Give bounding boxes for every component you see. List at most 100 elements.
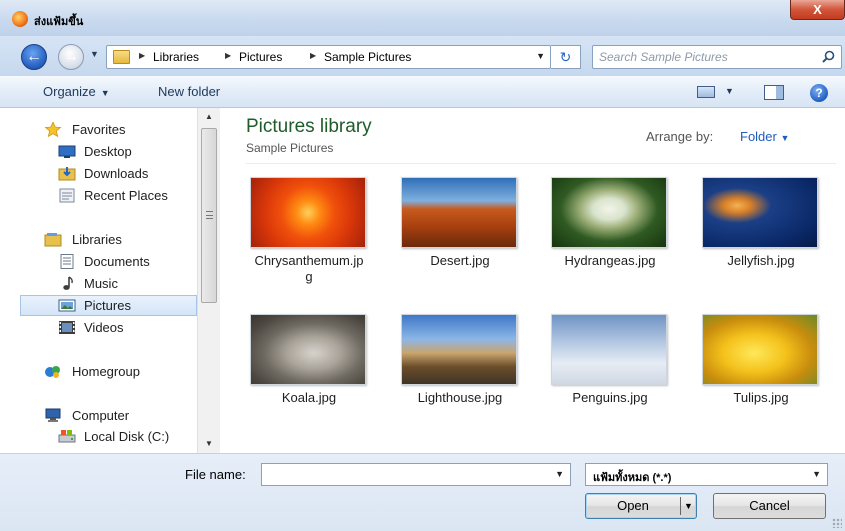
search-placeholder: Search Sample Pictures	[599, 50, 728, 64]
forward-button[interactable]: →	[58, 44, 84, 70]
nav-label: Libraries	[72, 232, 122, 247]
penguins-thumbnail	[551, 314, 667, 385]
file-name: Jellyfish.jpg	[727, 253, 795, 268]
browser-icon	[12, 11, 28, 27]
nav-label: Recent Places	[84, 188, 168, 203]
jellyfish-thumbnail	[702, 177, 818, 248]
file-name: Chrysanthemum.jpg	[254, 253, 364, 284]
recent-places-icon	[59, 188, 75, 203]
file-name: Desert.jpg	[430, 253, 490, 268]
refresh-button[interactable]: ↻	[551, 45, 581, 69]
nav-label: Documents	[84, 254, 150, 269]
recent-locations-dropdown[interactable]: ▼	[90, 49, 99, 59]
star-icon	[44, 122, 62, 137]
breadcrumb-separator[interactable]: ▶	[139, 51, 145, 60]
navigation-pane: Favorites Desktop Downloads Recent Place…	[0, 108, 220, 453]
divider	[246, 163, 836, 164]
downloads-folder-icon	[58, 167, 76, 181]
file-name: Tulips.jpg	[733, 390, 789, 405]
nav-label: Favorites	[72, 122, 126, 137]
resize-grip-icon[interactable]	[832, 518, 842, 528]
open-options-dropdown[interactable]: ▼	[684, 494, 693, 518]
library-title: Pictures library	[246, 116, 372, 137]
nav-label: Music	[84, 276, 118, 291]
breadcrumb-separator[interactable]: ▶	[225, 51, 231, 60]
nav-desktop[interactable]: Desktop	[0, 142, 197, 162]
breadcrumb-sample-pictures[interactable]: Sample Pictures	[324, 50, 411, 64]
nav-computer[interactable]: Computer	[0, 406, 197, 426]
change-view-icon[interactable]	[697, 86, 715, 98]
music-icon	[63, 276, 73, 290]
nav-music[interactable]: Music	[0, 274, 197, 294]
nav-label: Local Disk (C:)	[84, 429, 170, 444]
nav-local-disk[interactable]: Local Disk (C:)	[0, 427, 197, 447]
nav-pictures[interactable]: Pictures	[20, 295, 197, 316]
open-label: Open	[617, 498, 649, 513]
library-subtitle: Sample Pictures	[246, 141, 334, 155]
scroll-up-arrow[interactable]: ▲	[205, 112, 213, 121]
scroll-thumb[interactable]	[201, 128, 217, 303]
nav-recent-places[interactable]: Recent Places	[0, 186, 197, 206]
close-button[interactable]: X	[790, 0, 845, 20]
nav-documents[interactable]: Documents	[0, 252, 197, 272]
cancel-button[interactable]: Cancel	[713, 493, 826, 519]
organize-button[interactable]: Organize ▼	[43, 84, 110, 99]
help-icon[interactable]: ?	[810, 84, 828, 102]
nav-downloads[interactable]: Downloads	[0, 164, 197, 184]
arrange-by-dropdown[interactable]: Folder ▼	[740, 129, 789, 144]
file-type-value: แฟ้มทั้งหมด (*.*)	[593, 472, 672, 484]
nav-scrollbar[interactable]: ▲ ▼	[197, 108, 220, 453]
chevron-down-icon: ▼	[100, 88, 110, 98]
breadcrumb-separator[interactable]: ▶	[310, 51, 316, 60]
open-button[interactable]: Open ▼	[585, 493, 697, 519]
search-input[interactable]: Search Sample Pictures	[592, 45, 842, 69]
chevron-down-icon: ▼	[780, 133, 790, 143]
file-name: Lighthouse.jpg	[417, 390, 503, 405]
chevron-down-icon[interactable]: ▼	[812, 469, 821, 479]
nav-libraries[interactable]: Libraries	[0, 230, 197, 250]
scroll-down-arrow[interactable]: ▼	[205, 439, 213, 448]
grip-icon	[206, 211, 213, 219]
nav-videos[interactable]: Videos	[0, 318, 197, 338]
nav-homegroup[interactable]: Homegroup	[0, 362, 197, 382]
organize-label: Organize	[43, 84, 96, 99]
documents-icon	[60, 254, 74, 269]
search-icon[interactable]	[822, 50, 835, 63]
window-title: ส่งแฟ้มขึ้น	[34, 16, 84, 28]
preview-pane-icon[interactable]	[764, 85, 784, 100]
title-bar: ส่งแฟ้มขึ้น X	[0, 0, 845, 36]
dialog-footer: File name: ▼ แฟ้มทั้งหมด (*.*) ▼ Open ▼ …	[0, 453, 845, 531]
breadcrumb-libraries[interactable]: Libraries	[153, 50, 199, 64]
nav-label: Downloads	[84, 166, 149, 181]
arrange-by-label: Arrange by:	[646, 129, 714, 144]
file-type-select[interactable]: แฟ้มทั้งหมด (*.*) ▼	[585, 463, 828, 486]
homegroup-icon	[45, 366, 60, 378]
address-dropdown-icon[interactable]: ▼	[536, 51, 545, 61]
breadcrumb-pictures[interactable]: Pictures	[239, 50, 282, 64]
nav-label: Pictures	[84, 298, 131, 313]
computer-icon	[45, 408, 61, 422]
file-name: Koala.jpg	[281, 390, 337, 405]
hydrangeas-thumbnail	[551, 177, 667, 248]
file-name: Penguins.jpg	[572, 390, 648, 405]
libraries-icon	[44, 233, 62, 247]
nav-label: Videos	[84, 320, 124, 335]
file-name-label: File name:	[185, 467, 246, 482]
folder-icon	[113, 50, 130, 64]
arrange-by-value: Folder	[740, 129, 777, 144]
address-row: ← → ▼ ▶ Libraries ▶ Pictures ▶ Sample Pi…	[0, 36, 845, 76]
lighthouse-thumbnail	[401, 314, 517, 385]
split-divider	[680, 497, 681, 515]
nav-favorites[interactable]: Favorites	[0, 120, 197, 140]
address-bar[interactable]: ▶ Libraries ▶ Pictures ▶ Sample Pictures…	[106, 45, 551, 69]
back-button[interactable]: ←	[21, 44, 47, 70]
view-options-dropdown[interactable]: ▼	[725, 86, 734, 96]
chevron-down-icon[interactable]: ▼	[555, 469, 564, 479]
nav-label: Computer	[72, 408, 130, 423]
new-folder-button[interactable]: New folder	[158, 84, 220, 99]
koala-thumbnail	[250, 314, 366, 385]
file-name-input[interactable]: ▼	[261, 463, 571, 486]
file-list-pane: Pictures library Sample Pictures Arrange…	[220, 108, 845, 453]
videos-icon	[59, 321, 75, 334]
command-bar: Organize ▼ New folder ▼ ?	[0, 76, 845, 108]
